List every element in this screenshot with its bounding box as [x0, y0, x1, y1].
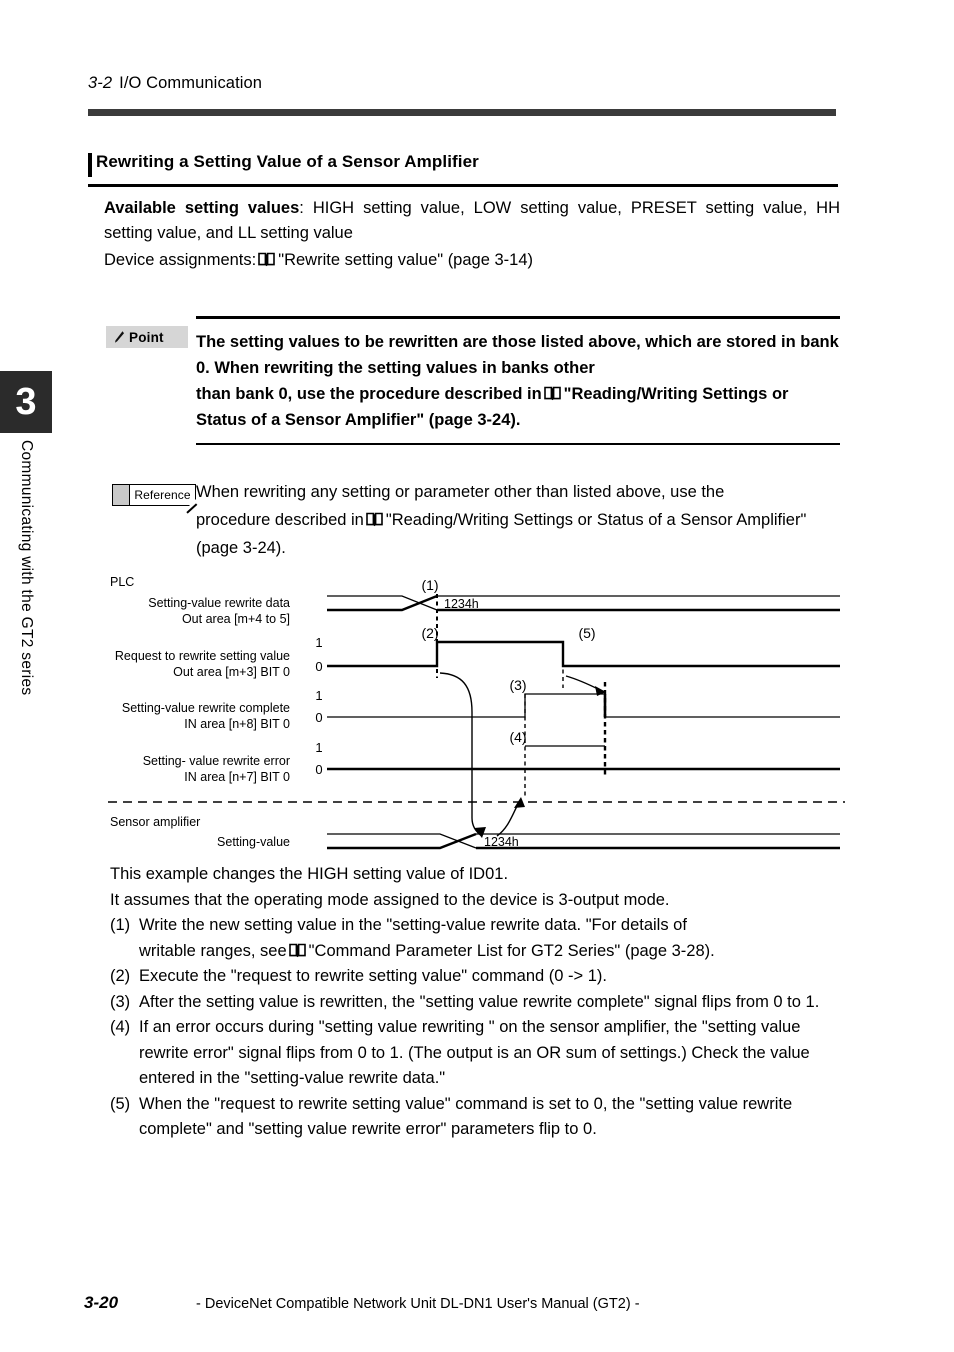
- reference-badge: Reference: [112, 484, 197, 513]
- point-rule-bottom: [196, 442, 840, 445]
- footer-manual-title: - DeviceNet Compatible Network Unit DL-D…: [196, 1296, 640, 1312]
- bus-value-label-sensor: 1234h: [484, 835, 519, 849]
- signal-label-rewrite-complete: Setting-value rewrite complete: [122, 701, 290, 715]
- section-rule: [88, 184, 838, 187]
- device-assignments-paragraph: Device assignments: "Rewrite setting valu…: [104, 248, 840, 273]
- sensor-bus-bottom-left: [327, 832, 477, 850]
- available-setting-values-label: Available setting values: [104, 199, 300, 217]
- chapter-vertical-title: Communicating with the GT2 series: [0, 440, 52, 800]
- chapter-tab: 3: [0, 371, 52, 433]
- explanation-item-2: (2) Execute the "request to rewrite sett…: [110, 964, 850, 990]
- explanation-item-2-marker: (2): [110, 967, 131, 985]
- header-rule: [88, 109, 836, 116]
- waveform-request-rewrite: [327, 640, 840, 668]
- running-head-number: 3-2: [88, 74, 113, 92]
- arrow-sensor-to-complete: [496, 803, 519, 837]
- chapter-vertical-title-text: Communicating with the GT2 series: [18, 440, 35, 696]
- step-marker-5: (5): [578, 625, 595, 641]
- explanation-item-5: (5) When the "request to rewrite setting…: [110, 1092, 850, 1143]
- step-marker-2: (2): [421, 625, 438, 641]
- explanation-item-1-text-b-ref: "Command Parameter List for GT2 Series" …: [308, 941, 715, 960]
- explanation-item-4: (4) If an error occurs during "setting v…: [110, 1015, 850, 1092]
- device-assignments-reference: "Rewrite setting value" (page 3-14): [278, 251, 533, 269]
- reference-line-2-prefix: procedure described in: [196, 511, 364, 529]
- level-low-complete: 0: [315, 710, 322, 725]
- diagram-group-sensor: Sensor amplifier: [110, 815, 200, 829]
- timing-diagram-svg: PLC Setting-value rewrite data Out area …: [108, 575, 845, 850]
- level-low-error: 0: [315, 762, 322, 777]
- available-setting-values-paragraph: Available setting values: HIGH setting v…: [104, 196, 840, 246]
- section-heading: Rewriting a Setting Value of a Sensor Am…: [88, 152, 838, 177]
- explanation-item-4-text: If an error occurs during "setting value…: [139, 1018, 810, 1087]
- point-body: The setting values to be rewritten are t…: [196, 319, 840, 443]
- reference-badge-label: Reference: [134, 488, 191, 502]
- signal-address-rewrite-error: IN area [n+7] BIT 0: [184, 770, 290, 784]
- signal-label-rewrite-error: Setting- value rewrite error: [143, 754, 290, 768]
- explanation-item-1: (1) Write the new setting value in the "…: [110, 913, 850, 964]
- explanation-item-5-text: When the "request to rewrite setting val…: [139, 1094, 793, 1139]
- sensor-bus-top-left: [327, 833, 477, 849]
- arrow-request-to-sensor: [439, 672, 483, 837]
- signal-address-rewrite-data: Out area [m+4 to 5]: [182, 612, 290, 626]
- section-heading-bar: [88, 153, 92, 177]
- arrow-fall-to-reset: [565, 675, 601, 691]
- reference-line-1: When rewriting any setting or parameter …: [196, 483, 725, 501]
- point-badge: Point: [106, 326, 188, 348]
- chapter-number: 3: [15, 381, 37, 423]
- explanation-item-1-text: Write the new setting value in the "sett…: [139, 913, 850, 964]
- point-callout: The setting values to be rewritten are t…: [196, 316, 840, 445]
- step-marker-3: (3): [509, 677, 526, 693]
- device-assignments-prefix: Device assignments:: [104, 251, 257, 269]
- step-marker-4: (4): [509, 729, 526, 745]
- explanation-intro-2: It assumes that the operating mode assig…: [110, 890, 670, 909]
- reference-badge-box: Reference: [129, 484, 197, 513]
- signal-address-request-rewrite: Out area [m+3] BIT 0: [173, 665, 290, 679]
- explanation-item-4-marker: (4): [110, 1018, 131, 1036]
- explanation-item-1-text-b-prefix: writable ranges, see: [139, 941, 287, 960]
- timing-diagram: PLC Setting-value rewrite data Out area …: [100, 570, 852, 858]
- explanation-item-3: (3) After the setting value is rewritten…: [110, 990, 850, 1016]
- point-line-2: than bank 0, use the procedure described…: [196, 381, 840, 433]
- bus-value-label-plc: 1234h: [444, 597, 479, 611]
- book-icon: [258, 252, 276, 267]
- running-head-title: I/O Communication: [119, 74, 263, 92]
- bus-bottom-left: [327, 594, 438, 612]
- footer-page-number: 3-20: [84, 1293, 119, 1312]
- signal-address-rewrite-complete: IN area [n+8] BIT 0: [184, 717, 290, 731]
- explanation-item-3-text: After the setting value is rewritten, th…: [139, 992, 820, 1011]
- pen-icon: [115, 330, 124, 343]
- section-heading-text: Rewriting a Setting Value of a Sensor Am…: [96, 152, 479, 171]
- intro-block: Available setting values: HIGH setting v…: [104, 196, 840, 273]
- level-low-request: 0: [315, 659, 322, 674]
- explanation-item-1-text-a: Write the new setting value in the "sett…: [139, 916, 687, 934]
- signal-label-rewrite-data: Setting-value rewrite data: [148, 596, 290, 610]
- level-high-error: 1: [315, 740, 322, 755]
- explanation-intro-1: This example changes the HIGH setting va…: [110, 865, 509, 883]
- signal-label-sensor-setting-value: Setting-value: [217, 835, 290, 849]
- book-icon: [288, 943, 306, 958]
- signal-label-request-rewrite: Request to rewrite setting value: [115, 649, 290, 663]
- reference-text: When rewriting any setting or parameter …: [196, 478, 840, 562]
- diagram-group-plc: PLC: [110, 575, 134, 589]
- level-high-request: 1: [315, 635, 322, 650]
- waveform-rewrite-complete: [327, 693, 840, 718]
- point-line-2-prefix: than bank 0, use the procedure described…: [196, 384, 542, 403]
- explanation-item-2-text: Execute the "request to rewrite setting …: [139, 967, 607, 985]
- reference-line-2: procedure described in "Reading/Writing S…: [196, 506, 840, 562]
- explanation-item-5-marker: (5): [110, 1094, 131, 1113]
- book-icon: [366, 512, 383, 527]
- point-badge-label: Point: [129, 329, 164, 345]
- explanation-list: This example changes the HIGH setting va…: [110, 862, 850, 1143]
- running-head: 3-2 I/O Communication: [88, 74, 262, 93]
- book-icon: [543, 386, 561, 401]
- step-marker-1: (1): [421, 577, 438, 593]
- reference-badge-swatch: [112, 484, 129, 506]
- level-high-complete: 1: [315, 688, 322, 703]
- explanation-item-3-marker: (3): [110, 992, 131, 1011]
- point-line-1: The setting values to be rewritten are t…: [196, 332, 839, 377]
- explanation-item-1-marker: (1): [110, 916, 131, 934]
